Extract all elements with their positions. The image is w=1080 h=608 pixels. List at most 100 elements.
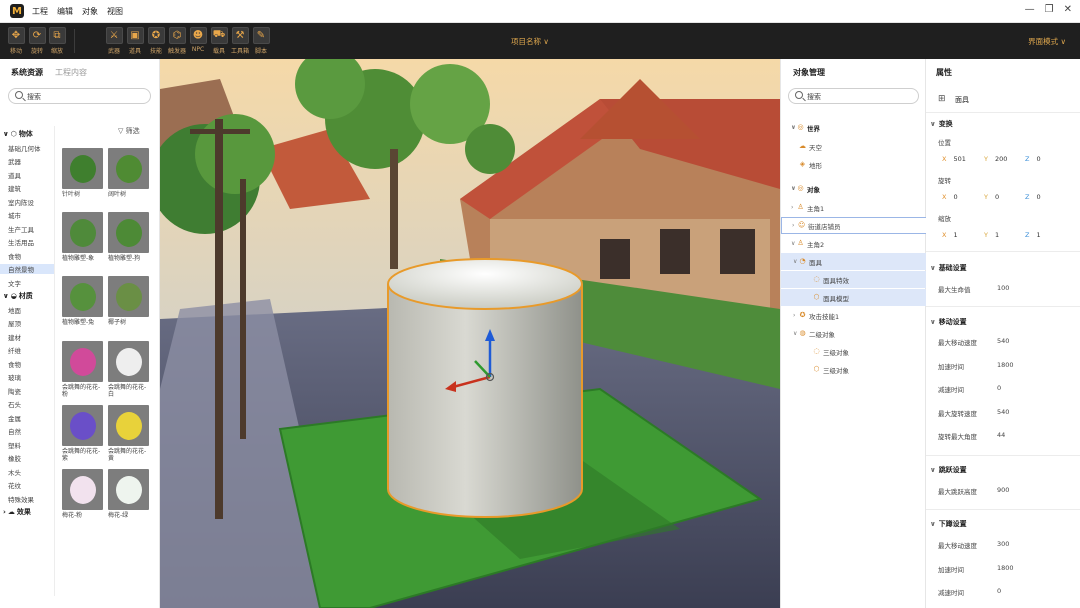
- close-icon[interactable]: ✕: [1064, 4, 1072, 15]
- object-search-input[interactable]: 搜索: [788, 88, 919, 104]
- mode-dropdown[interactable]: 界面模式 ∨: [1028, 36, 1066, 47]
- menu-view[interactable]: 视图: [107, 6, 123, 17]
- rotation-field-y[interactable]: Y0: [984, 193, 999, 201]
- section-transform[interactable]: ∨ 变换: [930, 119, 953, 129]
- scale-field-z[interactable]: Z1: [1025, 231, 1041, 239]
- category-item[interactable]: 花纹: [8, 480, 21, 490]
- property-value[interactable]: 540: [997, 408, 1009, 416]
- axis-value[interactable]: 1: [953, 231, 957, 239]
- position-field-y[interactable]: Y 200: [984, 155, 1007, 163]
- tree-node[interactable]: ⬡ 三级对象: [781, 361, 927, 378]
- scale-field-y[interactable]: Y1: [984, 231, 999, 239]
- minimize-icon[interactable]: —: [1025, 4, 1035, 15]
- category-item[interactable]: 木头: [8, 467, 21, 477]
- category-item[interactable]: 陶瓷: [8, 386, 21, 396]
- tool-trigger-button[interactable]: ⌬ 触发器: [167, 27, 187, 55]
- category-objects-header[interactable]: ∨ ⬡ 物体: [3, 129, 33, 139]
- section-move[interactable]: ∨ 移动设置: [930, 317, 967, 327]
- property-value[interactable]: 0: [997, 587, 1001, 595]
- tool-vehicle-button[interactable]: ⛟ 载具: [209, 27, 229, 55]
- category-item[interactable]: 生活用品: [8, 237, 34, 247]
- category-item[interactable]: 建材: [8, 332, 21, 342]
- category-item[interactable]: 塑料: [8, 440, 21, 450]
- tool-prop-button[interactable]: ▣ 道具: [125, 27, 145, 55]
- tool-toolbox-button[interactable]: ⚒ 工具箱: [230, 27, 250, 55]
- rotation-field-x[interactable]: X0: [942, 193, 958, 201]
- axis-value[interactable]: 1: [995, 231, 999, 239]
- axis-value[interactable]: 0: [953, 193, 957, 201]
- property-value[interactable]: 100: [997, 284, 1009, 292]
- tree-node[interactable]: ◌ 三级对象: [781, 343, 927, 360]
- tool-script-button[interactable]: ✎ 脚本: [251, 27, 271, 55]
- position-field-x[interactable]: X 501: [942, 155, 966, 163]
- axis-value[interactable]: 0: [995, 193, 999, 201]
- property-value[interactable]: 540: [997, 337, 1009, 345]
- filter-button[interactable]: ▽ 筛选: [118, 126, 140, 136]
- position-field-z[interactable]: Z0: [1025, 155, 1041, 163]
- menu-object[interactable]: 对象: [82, 6, 98, 17]
- section-fall[interactable]: ∨ 下蹲设置: [930, 519, 967, 529]
- menu-project[interactable]: 工程: [32, 6, 48, 17]
- category-item[interactable]: 屋顶: [8, 318, 21, 328]
- category-item[interactable]: 自然景物: [0, 264, 54, 274]
- category-materials-header[interactable]: ∨ ◒ 材质: [3, 291, 33, 301]
- category-item[interactable]: 建筑: [8, 183, 21, 193]
- tool-npc-button[interactable]: ☻ NPC: [188, 27, 208, 53]
- property-value[interactable]: 300: [997, 540, 1009, 548]
- category-item[interactable]: 基础几何体: [8, 143, 41, 153]
- category-item[interactable]: 食物: [8, 359, 21, 369]
- tree-node[interactable]: ∨ ♙ 主角2: [781, 235, 927, 252]
- section-basic[interactable]: ∨ 基础设置: [930, 263, 967, 273]
- tree-node[interactable]: ∨ ◍ 二级对象: [781, 325, 927, 342]
- restore-icon[interactable]: ❐: [1045, 4, 1054, 15]
- tool-rotate-button[interactable]: ⟳ 旋转: [27, 27, 47, 55]
- tree-node[interactable]: ∨ ◎ 世界: [781, 119, 927, 136]
- axis-value[interactable]: 1: [1036, 231, 1040, 239]
- category-item[interactable]: 自然: [8, 426, 21, 436]
- scale-field-x[interactable]: X1: [942, 231, 958, 239]
- axis-value[interactable]: 0: [1036, 193, 1040, 201]
- category-item[interactable]: 道具: [8, 170, 21, 180]
- category-item[interactable]: 纤维: [8, 345, 21, 355]
- category-item[interactable]: 城市: [8, 210, 21, 220]
- category-item[interactable]: 地面: [8, 305, 21, 315]
- tree-node[interactable]: ☁ 天空: [781, 138, 927, 155]
- category-item[interactable]: 武器: [8, 156, 21, 166]
- tool-skill-button[interactable]: ✪ 技能: [146, 27, 166, 55]
- category-item[interactable]: 玻璃: [8, 372, 21, 382]
- tree-node[interactable]: › ☺ 街道店铺员: [781, 217, 927, 234]
- axis-value[interactable]: 501: [953, 155, 965, 163]
- axis-value[interactable]: 0: [1036, 155, 1040, 163]
- project-name-dropdown[interactable]: 项目名称 ∨: [511, 36, 549, 47]
- tool-move-button[interactable]: ✥ 移动: [6, 27, 26, 55]
- category-item[interactable]: 文字: [8, 278, 21, 288]
- property-value[interactable]: 44: [997, 431, 1005, 439]
- category-item[interactable]: 特殊效果: [8, 494, 34, 504]
- tool-weapon-button[interactable]: ⚔ 武器: [104, 27, 124, 55]
- tool-scale-button[interactable]: ⧉ 缩放: [47, 27, 67, 55]
- rotation-field-z[interactable]: Z0: [1025, 193, 1041, 201]
- category-item[interactable]: 金属: [8, 413, 21, 423]
- scene-viewport[interactable]: [160, 59, 780, 608]
- property-value[interactable]: 0: [997, 384, 1001, 392]
- tree-node[interactable]: › ♙ 主角1: [781, 199, 927, 216]
- category-item[interactable]: 室内陈设: [8, 197, 34, 207]
- axis-value[interactable]: 200: [995, 155, 1007, 163]
- property-value[interactable]: 1800: [997, 564, 1014, 572]
- resource-search-input[interactable]: 搜索: [8, 88, 151, 104]
- tree-node[interactable]: ◈ 地形: [781, 156, 927, 173]
- tree-node[interactable]: ⬡ 面具模型: [781, 289, 927, 306]
- tree-node[interactable]: ∨ ◎ 对象: [781, 180, 927, 197]
- category-effects-header[interactable]: › ☁ 效果: [3, 507, 31, 517]
- property-value[interactable]: 1800: [997, 361, 1014, 369]
- tree-node[interactable]: ∨ ◔ 面具: [781, 253, 927, 270]
- category-item[interactable]: 生产工具: [8, 224, 34, 234]
- category-item[interactable]: 食物: [8, 251, 21, 261]
- tree-node[interactable]: ◌ 面具特效: [781, 271, 927, 288]
- category-item[interactable]: 石头: [8, 399, 21, 409]
- tab-project-content[interactable]: 工程内容: [55, 67, 87, 78]
- section-jump[interactable]: ∨ 跳跃设置: [930, 465, 967, 475]
- tab-system-resources[interactable]: 系统资源: [11, 67, 43, 78]
- category-item[interactable]: 橡胶: [8, 453, 21, 463]
- menu-edit[interactable]: 编辑: [57, 6, 73, 17]
